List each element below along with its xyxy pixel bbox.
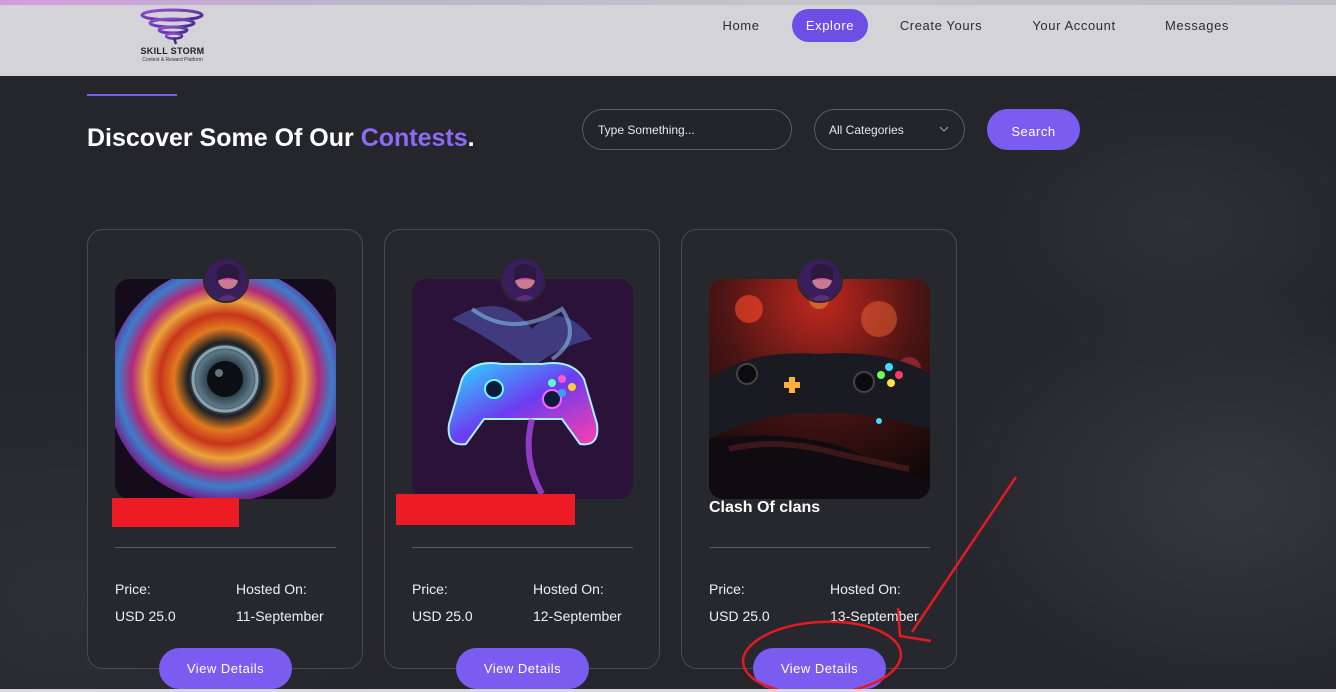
price-value: USD 25.0 xyxy=(412,608,473,624)
title-suffix: . xyxy=(467,124,475,152)
contest-image-game-controller[interactable] xyxy=(709,279,930,499)
contest-card: Price: Hosted On: USD 25.0 11-September … xyxy=(87,229,363,689)
price-label: Price: xyxy=(412,581,448,597)
logo[interactable]: SKILL STORM Contest & Reward Platform xyxy=(125,8,220,66)
contest-card: Clash Of clans Price: Hosted On: USD 25.… xyxy=(681,229,957,689)
contest-image-neon-gamepad[interactable] xyxy=(412,279,633,499)
hosted-date: 12-September xyxy=(533,608,622,624)
contest-name: Clash Of clans xyxy=(709,499,821,516)
title-prefix: Discover Some Of Our xyxy=(87,124,361,152)
title-accent-line xyxy=(87,94,177,96)
search-button[interactable]: Search xyxy=(987,109,1080,150)
contest-card: Price: Hosted On: USD 25.0 12-September … xyxy=(384,229,660,689)
category-selected-value: All Categories xyxy=(829,122,904,137)
view-details-button[interactable]: View Details xyxy=(159,648,292,689)
view-details-button[interactable]: View Details xyxy=(456,648,589,689)
hosted-date: 11-September xyxy=(236,608,324,624)
hosted-date: 13-September xyxy=(830,608,919,624)
card-divider xyxy=(412,547,633,548)
price-label: Price: xyxy=(115,581,151,597)
redacted-contest-name xyxy=(396,494,575,525)
nav-explore[interactable]: Explore xyxy=(792,9,868,42)
host-avatar[interactable] xyxy=(797,257,843,303)
search-input[interactable] xyxy=(582,109,792,150)
view-details-button[interactable]: View Details xyxy=(753,648,886,689)
nav-home[interactable]: Home xyxy=(712,9,770,42)
nav-your-account[interactable]: Your Account xyxy=(1022,9,1126,42)
category-select[interactable]: All Categories xyxy=(814,109,965,150)
title-accent: Contests xyxy=(360,124,468,152)
hosted-label: Hosted On: xyxy=(830,581,901,597)
price-value: USD 25.0 xyxy=(709,608,770,624)
card-divider xyxy=(709,547,930,548)
header-bar: SKILL STORM Contest & Reward Platform Ho… xyxy=(0,0,1336,76)
header-banner-strip xyxy=(0,0,1336,5)
hosted-label: Hosted On: xyxy=(533,581,604,597)
price-value: USD 25.0 xyxy=(115,608,176,624)
page-title: Discover Some Of Our Contests. xyxy=(87,124,475,153)
nav-create-yours[interactable]: Create Yours xyxy=(890,9,992,42)
contest-image-camera-lens[interactable] xyxy=(115,279,336,499)
chevron-down-icon xyxy=(939,126,949,132)
logo-title: SKILL STORM xyxy=(140,46,205,56)
price-label: Price: xyxy=(709,581,745,597)
host-avatar[interactable] xyxy=(500,257,546,303)
nav-messages[interactable]: Messages xyxy=(1156,9,1238,42)
redacted-contest-name xyxy=(112,498,239,527)
tornado-logo-icon xyxy=(140,8,204,45)
logo-subtitle: Contest & Reward Platform xyxy=(142,57,203,63)
hosted-label: Hosted On: xyxy=(236,581,307,597)
host-avatar[interactable] xyxy=(203,257,249,303)
card-divider xyxy=(115,547,336,548)
